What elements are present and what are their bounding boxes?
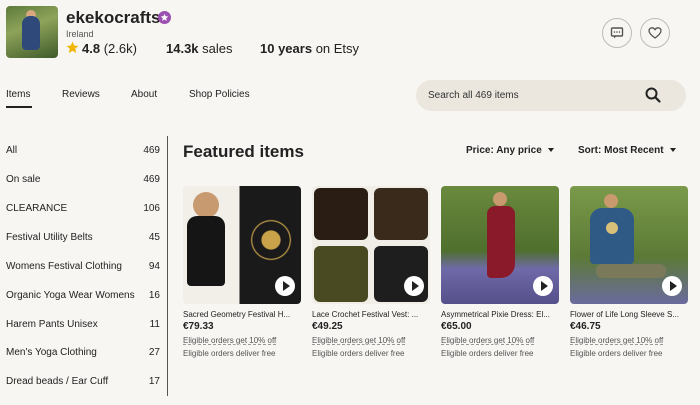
sidebar-item-count: 106: [143, 203, 160, 214]
product-promo[interactable]: Eligible orders get 10% off: [441, 336, 534, 345]
product-title[interactable]: Asymmetrical Pixie Dress: El...: [441, 310, 559, 319]
sort-dropdown[interactable]: Sort: Most Recent: [578, 145, 676, 156]
sidebar-item-label: Womens Festival Clothing: [6, 261, 122, 272]
sidebar-item-on-sale[interactable]: On sale 469: [6, 174, 160, 203]
sort-label: Sort: Most Recent: [578, 145, 664, 156]
product-title[interactable]: Flower of Life Long Sleeve S...: [570, 310, 688, 319]
shop-rating[interactable]: 4.8 (2.6k): [82, 41, 137, 56]
product-photo-vest-1: [314, 188, 368, 240]
product-photo-pattern: [249, 200, 293, 280]
play-video-icon[interactable]: [404, 276, 424, 296]
sidebar-item-label: Organic Yoga Wear Womens: [6, 290, 135, 301]
contact-shop-button[interactable]: [602, 18, 632, 48]
product-promo[interactable]: Eligible orders get 10% off: [183, 336, 276, 345]
star-seller-badge-icon: [158, 11, 171, 24]
chevron-down-icon: [669, 148, 676, 153]
product-photo-vest-3: [314, 246, 368, 302]
rating-value: 4.8: [82, 41, 101, 56]
product-image[interactable]: [312, 186, 430, 304]
product-price: €46.75: [570, 321, 601, 332]
rating-count: (2.6k): [103, 41, 137, 56]
product-price: €49.25: [312, 321, 343, 332]
sidebar-item-festival-utility-belts[interactable]: Festival Utility Belts 45: [6, 232, 160, 261]
product-title[interactable]: Lace Crochet Festival Vest: ...: [312, 310, 430, 319]
product-image[interactable]: [570, 186, 688, 304]
sidebar-item-count: 16: [148, 290, 160, 301]
shop-name[interactable]: ekekocrafts: [66, 8, 161, 28]
star-icon: [66, 41, 79, 54]
sidebar-item-count: 469: [143, 174, 160, 185]
shop-avatar[interactable]: [6, 6, 58, 58]
sidebar-item-count: 11: [149, 319, 160, 330]
search-placeholder: Search all 469 items: [428, 90, 519, 101]
avatar-figure-body: [22, 16, 40, 50]
sidebar-item-count: 27: [148, 347, 160, 358]
product-photo-garment: [187, 216, 225, 286]
play-video-icon[interactable]: [662, 276, 682, 296]
play-video-icon[interactable]: [275, 276, 295, 296]
tab-shop-policies[interactable]: Shop Policies: [189, 89, 250, 100]
tab-items[interactable]: Items: [6, 89, 30, 100]
sidebar-item-all[interactable]: All 469: [6, 145, 160, 174]
sidebar-item-label: On sale: [6, 174, 41, 185]
product-photo-trousers: [596, 264, 666, 278]
featured-items-heading: Featured items: [183, 142, 304, 161]
sidebar-item-harem-pants-unisex[interactable]: Harem Pants Unisex 11: [6, 319, 160, 348]
sidebar-item-label: Festival Utility Belts: [6, 232, 93, 243]
product-photo-vest-2: [374, 188, 428, 240]
tab-reviews[interactable]: Reviews: [62, 89, 100, 100]
product-title[interactable]: Sacred Geometry Festival H...: [183, 310, 301, 319]
product-image[interactable]: [441, 186, 559, 304]
message-icon: [610, 27, 624, 39]
sidebar-item-count: 469: [143, 145, 160, 156]
sidebar-item-label: All: [6, 145, 18, 156]
product-photo-shirt: [590, 208, 634, 264]
sidebar-item-count: 94: [148, 261, 160, 272]
product-photo-dress: [487, 206, 515, 278]
shop-location: Ireland: [66, 29, 94, 39]
sidebar-item-mens-yoga-clothing[interactable]: Men's Yoga Clothing 27: [6, 347, 160, 376]
product-photo-print: [606, 222, 618, 234]
shop-years: 10 years on Etsy: [260, 41, 359, 56]
heart-icon: [648, 27, 662, 39]
sidebar-item-label: Men's Yoga Clothing: [6, 347, 97, 358]
play-video-icon[interactable]: [533, 276, 553, 296]
product-photo-model-head: [604, 194, 618, 208]
product-shipping: Eligible orders deliver free: [570, 349, 663, 358]
product-photo-model-head: [193, 192, 219, 218]
sidebar-item-count: 45: [148, 232, 160, 243]
sales-count: 14.3k: [166, 41, 199, 56]
product-price: €79.33: [183, 321, 214, 332]
product-shipping: Eligible orders deliver free: [183, 349, 276, 358]
sidebar-item-label: CLEARANCE: [6, 203, 68, 214]
sidebar-item-womens-festival-clothing[interactable]: Womens Festival Clothing 94: [6, 261, 160, 290]
product-price: €65.00: [441, 321, 472, 332]
product-promo[interactable]: Eligible orders get 10% off: [312, 336, 405, 345]
years-count: 10 years: [260, 41, 313, 56]
product-promo[interactable]: Eligible orders get 10% off: [570, 336, 663, 345]
sidebar-item-clearance[interactable]: CLEARANCE 106: [6, 203, 160, 232]
sidebar-item-label: Harem Pants Unisex: [6, 319, 98, 330]
favorite-shop-button[interactable]: [640, 18, 670, 48]
tab-about[interactable]: About: [131, 89, 157, 100]
sidebar-active-divider: [167, 136, 168, 396]
years-label: on Etsy: [315, 41, 360, 56]
sidebar-item-count: 17: [148, 376, 160, 387]
product-shipping: Eligible orders deliver free: [312, 349, 405, 358]
product-photo-model-head: [493, 192, 507, 206]
product-image[interactable]: [183, 186, 301, 304]
search-icon[interactable]: [644, 86, 662, 109]
sidebar-item-label: Dread beads / Ear Cuff: [6, 376, 109, 387]
shop-sales: 14.3k sales: [166, 41, 233, 56]
sidebar-item-organic-yoga-wear-womens[interactable]: Organic Yoga Wear Womens 16: [6, 290, 160, 319]
active-tab-indicator: [6, 106, 32, 108]
sidebar-item-dread-beads-ear-cuff[interactable]: Dread beads / Ear Cuff 17: [6, 376, 160, 405]
sales-label: sales: [202, 41, 233, 56]
price-filter-dropdown[interactable]: Price: Any price: [466, 145, 554, 156]
price-filter-label: Price: Any price: [466, 145, 542, 156]
product-shipping: Eligible orders deliver free: [441, 349, 534, 358]
chevron-down-icon: [547, 148, 554, 153]
